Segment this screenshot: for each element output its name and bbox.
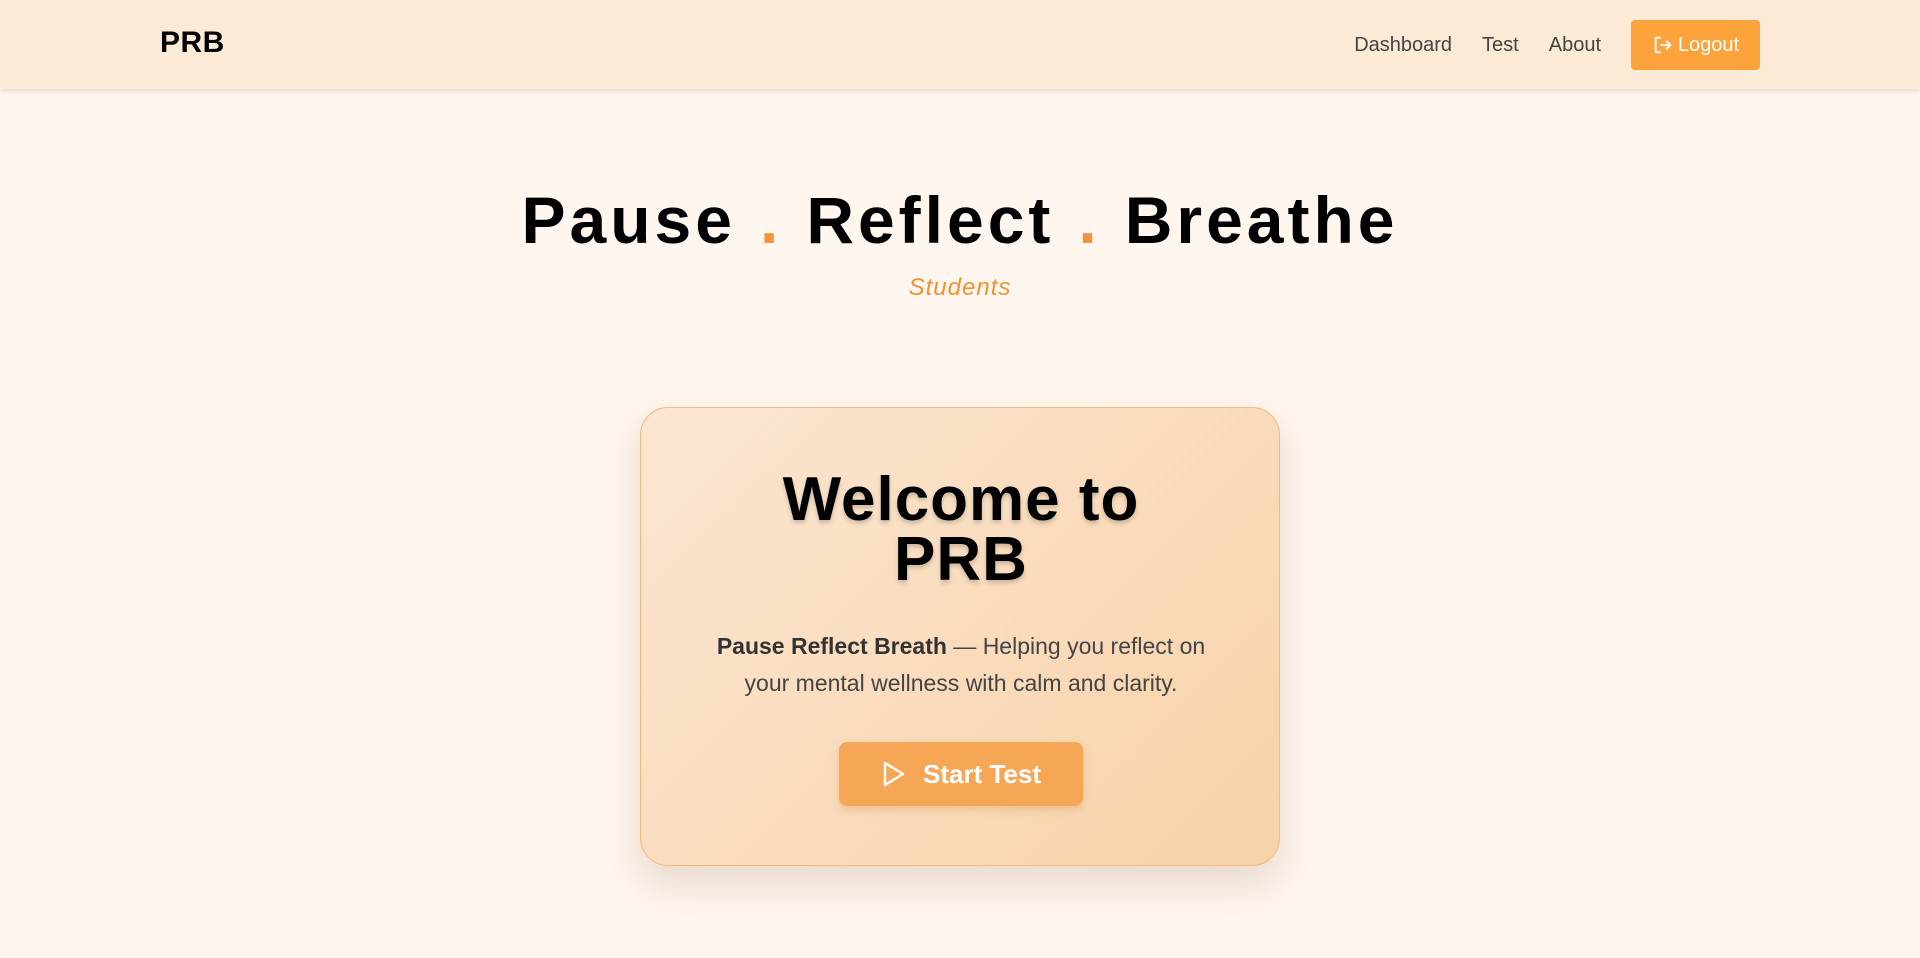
card-title-line2: PRB [894,525,1028,594]
brand-logo[interactable]: PRB [160,26,225,60]
nav-link-test[interactable]: Test [1482,34,1519,57]
hero-title: Pause. Reflect. Breathe [0,180,1920,260]
nav-link-dashboard[interactable]: Dashboard [1354,34,1452,57]
hero-separator: . [1078,183,1101,257]
nav-links: Dashboard Test About Logout [1354,20,1760,70]
card-description: Pause Reflect Breath — Helping you refle… [711,628,1211,702]
logout-icon [1652,34,1674,56]
start-test-label: Start Test [923,758,1041,789]
hero-word-pause: Pause [521,183,736,257]
welcome-card: Welcome to PRB Pause Reflect Breath — He… [640,407,1280,866]
hero-word-reflect: Reflect [806,183,1055,257]
nav-link-about[interactable]: About [1549,34,1601,57]
card-title-line1: Welcome to [782,465,1140,534]
card-description-bold: Pause Reflect Breath [716,633,947,659]
hero-separator: . [759,183,783,257]
hero-subtitle: Students [908,274,1012,301]
start-test-button[interactable]: Start Test [839,742,1083,806]
play-icon [881,760,907,788]
hero-word-breathe: Breathe [1124,183,1399,257]
logout-button[interactable]: Logout [1631,20,1760,70]
card-title: Welcome to PRB [641,465,1281,594]
navbar: PRB Dashboard Test About Logout [0,0,1920,89]
logout-label: Logout [1677,33,1740,56]
